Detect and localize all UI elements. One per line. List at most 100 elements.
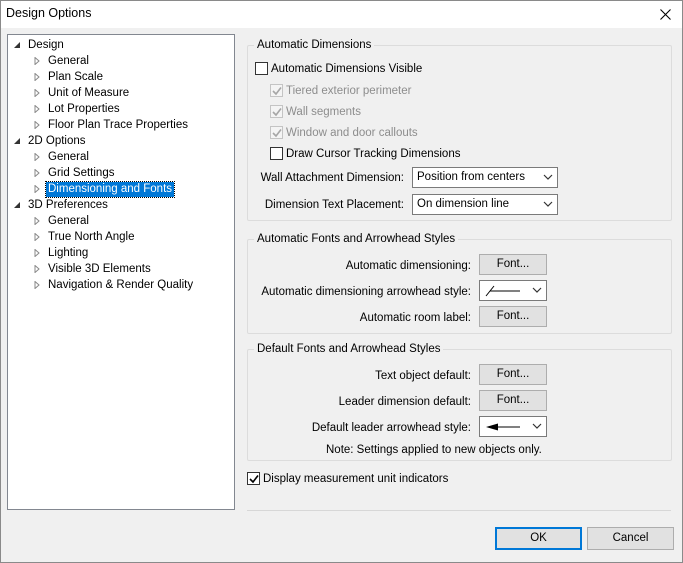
ok-button[interactable]: OK	[495, 527, 582, 550]
cursor-tracking-checkbox[interactable]	[270, 147, 283, 160]
tree-item-label: Lighting	[48, 247, 89, 259]
auto-room-label-label: Automatic room label:	[359, 312, 471, 324]
tree-item[interactable]: Design	[8, 37, 234, 53]
tree-item-label: General	[48, 55, 89, 67]
auto-dims-visible-checkbox[interactable]	[255, 62, 268, 75]
auto-dimensioning-font-label: Automatic dimensioning:	[345, 260, 471, 272]
options-tree[interactable]: Design General Plan Scale Unit of Measure Lo…	[7, 34, 235, 510]
check-icon	[272, 87, 282, 96]
wall-segments-checkbox[interactable]	[270, 105, 283, 118]
window-door-callouts-checkbox[interactable]	[270, 126, 283, 139]
display-units-checkbox[interactable]	[247, 472, 260, 485]
auto-room-label-font-button[interactable]: Font...	[479, 306, 547, 327]
collapsed-triangle-icon[interactable]	[32, 245, 46, 261]
tree-item[interactable]: 2D Options	[8, 133, 234, 149]
tree-item-label: Design	[28, 39, 64, 51]
collapsed-triangle-icon[interactable]	[32, 181, 46, 197]
close-icon	[659, 9, 671, 20]
chevron-down-icon	[543, 174, 553, 180]
tree-item-label: True North Angle	[48, 231, 135, 243]
auto-arrowhead-label: Automatic dimensioning arrowhead style:	[261, 286, 471, 298]
text-placement-value: On dimension line	[417, 198, 510, 210]
tree-item[interactable]: Lot Properties	[8, 101, 234, 117]
collapsed-triangle-icon[interactable]	[32, 149, 46, 165]
slash-tick-arrowhead-icon	[485, 285, 520, 297]
collapsed-triangle-icon[interactable]	[32, 213, 46, 229]
tree-item[interactable]: Navigation & Render Quality	[8, 277, 234, 293]
tree-item[interactable]: Visible 3D Elements	[8, 261, 234, 277]
tree-item[interactable]: General	[8, 53, 234, 69]
group-title: Automatic Fonts and Arrowhead Styles	[254, 232, 459, 246]
tree-item[interactable]: General	[8, 149, 234, 165]
expanded-triangle-icon[interactable]	[12, 37, 26, 53]
check-icon	[272, 108, 282, 117]
group-title: Automatic Dimensions	[254, 38, 375, 52]
cancel-button[interactable]: Cancel	[587, 527, 674, 550]
tree-item-label: Navigation & Render Quality	[48, 279, 194, 291]
collapsed-triangle-icon[interactable]	[32, 165, 46, 181]
group-title: Default Fonts and Arrowhead Styles	[254, 342, 444, 356]
collapsed-triangle-icon[interactable]	[32, 229, 46, 245]
tree-item[interactable]: Lighting	[8, 245, 234, 261]
collapsed-triangle-icon[interactable]	[32, 69, 46, 85]
collapsed-triangle-icon[interactable]	[32, 117, 46, 133]
tree-item[interactable]: Plan Scale	[8, 69, 234, 85]
wall-attachment-label: Wall Attachment Dimension:	[260, 172, 404, 184]
auto-arrowhead-select[interactable]	[479, 280, 547, 301]
chevron-down-icon	[543, 201, 553, 207]
collapsed-triangle-icon[interactable]	[32, 261, 46, 277]
cursor-tracking-label: Draw Cursor Tracking Dimensions	[286, 148, 461, 160]
tree-item[interactable]: Unit of Measure	[8, 85, 234, 101]
design-options-dialog: Design Options Design General Plan Scale Un…	[0, 0, 683, 563]
tree-item-label: Dimensioning and Fonts	[44, 181, 176, 198]
auto-dimensioning-font-button[interactable]: Font...	[479, 254, 547, 275]
tree-item-label: 2D Options	[28, 135, 86, 147]
tree-item[interactable]: Dimensioning and Fonts	[8, 181, 234, 198]
tree-item-label: Floor Plan Trace Properties	[48, 119, 188, 131]
tree-item-label: Lot Properties	[48, 103, 120, 115]
collapsed-triangle-icon[interactable]	[32, 85, 46, 101]
tree-item[interactable]: General	[8, 213, 234, 229]
tree-item-label: Grid Settings	[48, 167, 115, 179]
tree-item-label: Unit of Measure	[48, 87, 130, 99]
auto-dims-visible-label: Automatic Dimensions Visible	[271, 63, 423, 75]
text-placement-label: Dimension Text Placement:	[264, 199, 404, 211]
tree-item-label: Plan Scale	[48, 71, 103, 83]
collapsed-triangle-icon[interactable]	[32, 53, 46, 69]
display-units-label: Display measurement unit indicators	[263, 473, 449, 485]
title-bar: Design Options	[1, 1, 682, 28]
tree-item-label: General	[48, 215, 89, 227]
tiered-perimeter-label: Tiered exterior perimeter	[286, 85, 412, 97]
check-icon	[249, 475, 259, 484]
text-object-font-button[interactable]: Font...	[479, 364, 547, 385]
tree-item-label: Visible 3D Elements	[48, 263, 151, 275]
leader-arrowhead-select[interactable]	[479, 416, 547, 437]
expanded-triangle-icon[interactable]	[12, 133, 26, 149]
text-placement-select[interactable]: On dimension line	[412, 194, 558, 215]
wall-segments-label: Wall segments	[286, 106, 361, 118]
tree-item-label: 3D Preferences	[28, 199, 108, 211]
close-button[interactable]	[648, 1, 682, 28]
collapsed-triangle-icon[interactable]	[32, 277, 46, 293]
chevron-down-icon	[532, 423, 542, 429]
text-object-default-label: Text object default:	[375, 370, 471, 382]
wall-attachment-value: Position from centers	[417, 171, 526, 183]
tree-item[interactable]: 3D Preferences	[8, 197, 234, 213]
tree-item[interactable]: Grid Settings	[8, 165, 234, 181]
wall-attachment-select[interactable]: Position from centers	[412, 167, 558, 188]
new-objects-note: Note: Settings applied to new objects on…	[326, 444, 542, 456]
expanded-triangle-icon[interactable]	[12, 197, 26, 213]
leader-dimension-font-button[interactable]: Font...	[479, 390, 547, 411]
chevron-down-icon	[532, 287, 542, 293]
window-title: Design Options	[6, 6, 92, 20]
leader-arrowhead-label: Default leader arrowhead style:	[311, 422, 471, 434]
check-icon	[272, 129, 282, 138]
collapsed-triangle-icon[interactable]	[32, 101, 46, 117]
tiered-perimeter-checkbox[interactable]	[270, 84, 283, 97]
leader-dimension-default-label: Leader dimension default:	[338, 396, 471, 408]
tree-item[interactable]: Floor Plan Trace Properties	[8, 117, 234, 133]
footer-divider	[247, 510, 671, 511]
solid-arrowhead-icon	[486, 423, 520, 431]
tree-item-label: General	[48, 151, 89, 163]
tree-item[interactable]: True North Angle	[8, 229, 234, 245]
